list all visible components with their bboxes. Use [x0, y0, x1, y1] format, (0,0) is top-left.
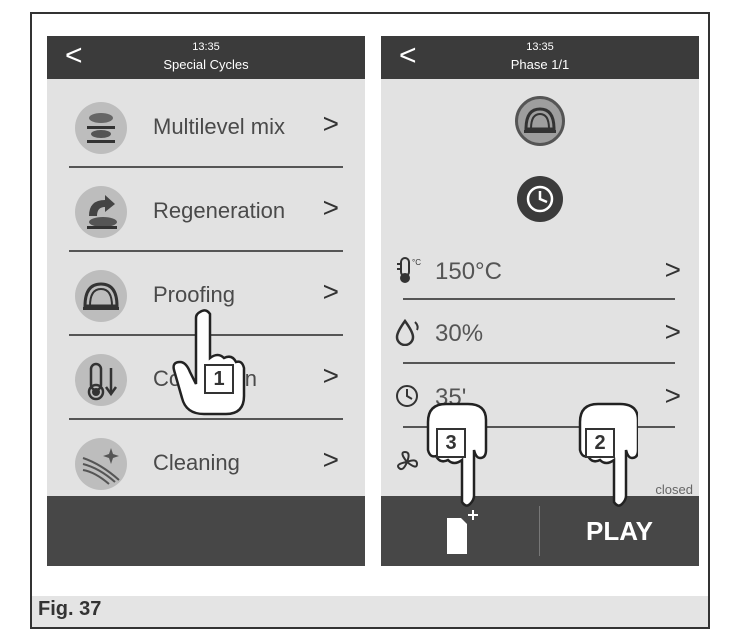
divider	[69, 166, 343, 168]
menu-item-label: Multilevel mix	[153, 114, 286, 139]
clock: 13:35	[192, 41, 220, 53]
callout-badge: 2	[585, 428, 615, 458]
hand-pointer-icon	[170, 308, 250, 418]
divider	[539, 506, 540, 556]
clock-icon[interactable]	[517, 176, 563, 222]
divider	[69, 250, 343, 252]
chevron-right-icon: >	[664, 380, 681, 411]
multilevel-icon	[75, 102, 127, 154]
temperature-value: 150°C	[435, 258, 502, 285]
new-phase-button[interactable]	[441, 508, 481, 556]
cool-down-icon	[75, 354, 127, 406]
menu-item-multilevel-mix[interactable]: Multilevel mix >	[69, 86, 343, 166]
chevron-right-icon: >	[322, 108, 339, 139]
proofing-icon	[75, 270, 127, 322]
clock: 13:35	[526, 41, 554, 53]
chevron-right-icon: >	[664, 254, 681, 285]
regeneration-icon	[75, 186, 127, 238]
humidity-value: 30%	[435, 320, 484, 347]
humidity-row[interactable]: 30% >	[395, 304, 685, 362]
screen-title: Phase 1/1	[510, 57, 570, 72]
header: < 13:35 Phase 1/1	[381, 36, 699, 79]
chevron-right-icon: >	[664, 316, 681, 347]
menu-item-cleaning[interactable]: Cleaning >	[69, 422, 343, 502]
callout-badge: 3	[436, 428, 466, 458]
caption-bar	[32, 596, 708, 627]
steam-status: closed	[655, 482, 693, 497]
menu-item-label: Proofing	[153, 282, 235, 307]
temperature-row[interactable]: °C 150°C >	[395, 242, 685, 300]
divider	[69, 418, 343, 420]
screen-title: Special Cycles	[163, 57, 249, 72]
header: < 13:35 Special Cycles	[47, 36, 365, 79]
chevron-right-icon: >	[322, 360, 339, 391]
humidity-drop-icon	[395, 318, 421, 347]
menu-item-label: Cleaning	[153, 450, 240, 475]
chevron-right-icon: >	[322, 444, 339, 475]
chevron-right-icon: >	[322, 276, 339, 307]
divider	[403, 298, 675, 300]
svg-text:°C: °C	[412, 258, 421, 267]
figure-caption: Fig. 37	[38, 598, 102, 620]
bottom-bar	[47, 496, 365, 566]
cleaning-icon	[75, 438, 127, 490]
divider	[403, 362, 675, 364]
menu-item-label: Regeneration	[153, 198, 286, 223]
menu-item-regeneration[interactable]: Regeneration >	[69, 170, 343, 250]
chevron-right-icon: >	[322, 192, 339, 223]
callout-badge: 1	[204, 364, 234, 394]
thermometer-icon: °C	[395, 256, 421, 284]
proofing-icon	[515, 96, 565, 146]
play-button[interactable]: PLAY	[586, 516, 653, 547]
special-cycles-screen: < 13:35 Special Cycles Multilevel mix > …	[47, 36, 365, 566]
